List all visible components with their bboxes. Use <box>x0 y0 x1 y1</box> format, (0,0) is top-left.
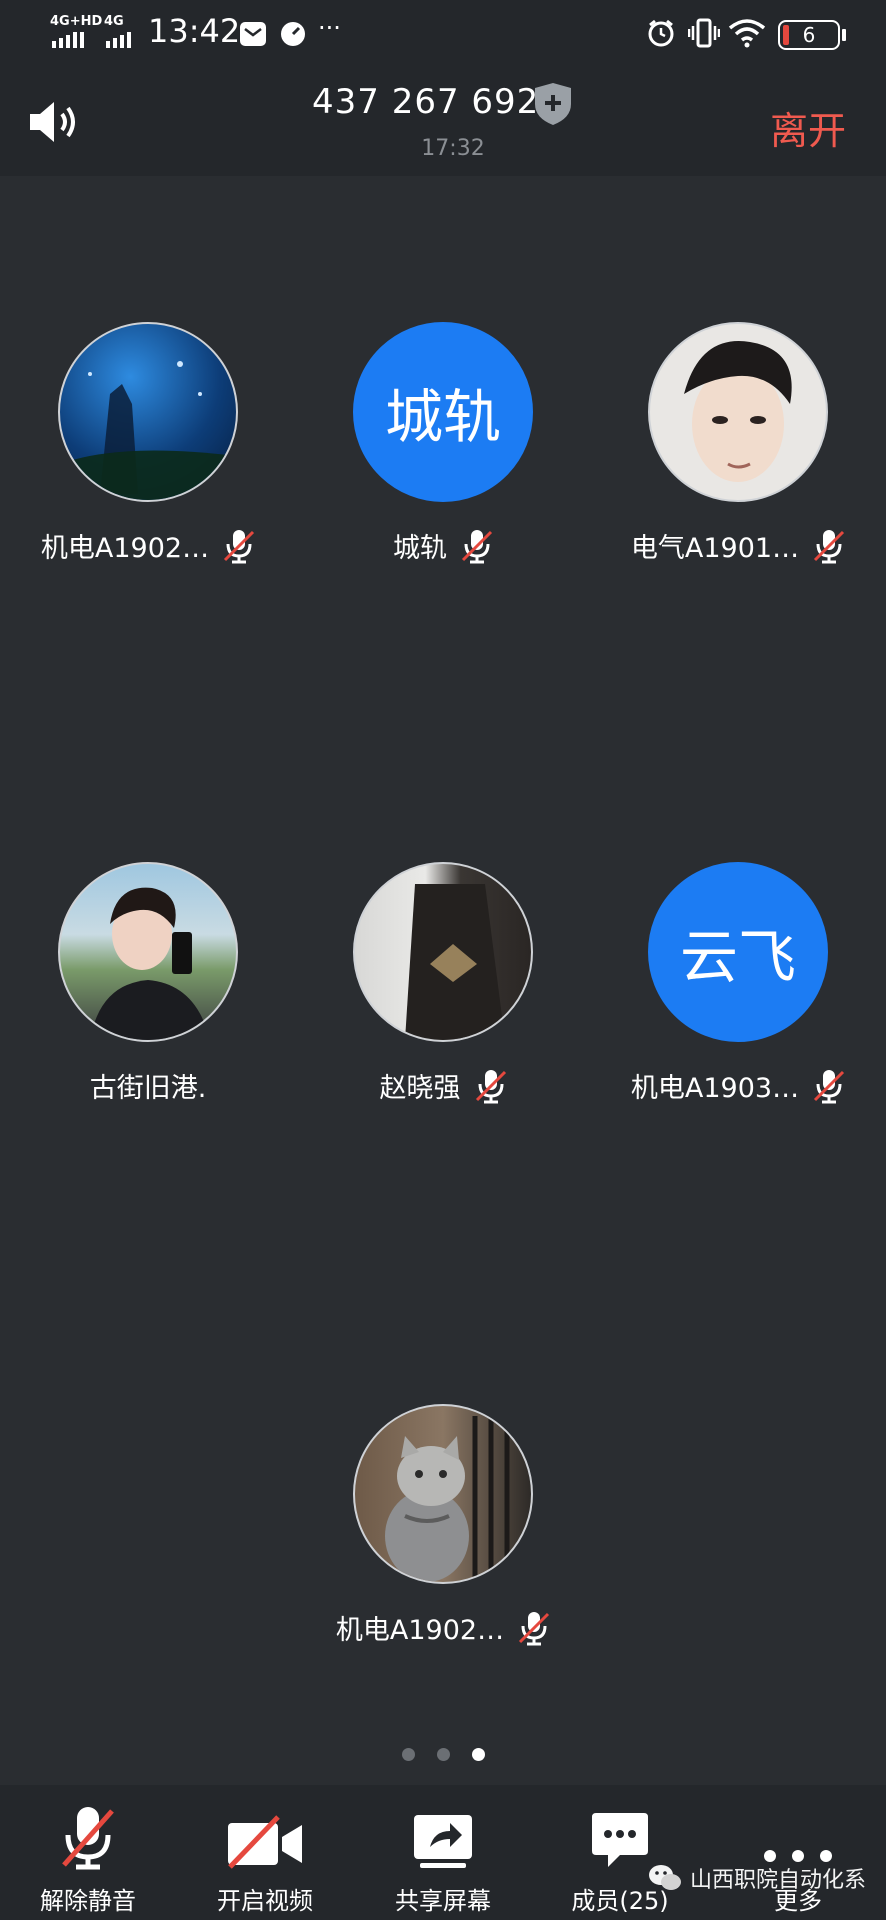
participant-name: 赵晓强 <box>379 1073 461 1104</box>
alarm-icon <box>646 18 676 52</box>
network-label-1: 4G+HD <box>50 14 103 29</box>
mic-muted-icon <box>814 529 845 563</box>
share-screen-icon <box>414 1815 472 1868</box>
page-dot[interactable] <box>436 1748 450 1761</box>
participant-name: 机电A1903… <box>630 1073 800 1104</box>
watermark-text: 山西职院自动化系 <box>690 1868 867 1893</box>
unmute-button[interactable]: 解除静音 <box>3 1785 173 1916</box>
video-off-icon <box>228 1815 302 1869</box>
mic-muted-icon <box>224 529 255 563</box>
more-dots-icon <box>764 1850 832 1862</box>
avatar: 城轨 <box>353 322 533 502</box>
participant-name: 电气A1901… <box>630 533 800 564</box>
page-indicator[interactable] <box>0 1748 886 1761</box>
members-button[interactable]: 成员(25) <box>535 1785 705 1916</box>
meeting-header: 437 267 692 17:32 离开 <box>0 68 886 176</box>
participant-name: 机电A1902… <box>40 533 210 564</box>
page-dot-active[interactable] <box>471 1748 485 1761</box>
participant-tile[interactable]: 古街旧港. <box>3 862 293 1105</box>
avatar <box>58 322 238 502</box>
leave-button[interactable]: 离开 <box>770 100 846 155</box>
meeting-id[interactable]: 437 267 692 <box>312 82 539 122</box>
share-screen-label: 共享屏幕 <box>395 1887 491 1915</box>
avatar <box>648 322 828 502</box>
more-button[interactable]: 更多 <box>713 1785 883 1916</box>
participant-name: 古街旧港. <box>89 1073 207 1104</box>
more-notifications: ··· <box>318 14 341 42</box>
avatar <box>353 862 533 1042</box>
start-video-label: 开启视频 <box>217 1887 313 1915</box>
participant-tile[interactable]: 城轨 城轨 <box>298 322 588 565</box>
avatar: 云飞 <box>648 862 828 1042</box>
status-bar: 4G+HD 4G 13:42 ··· 6 <box>0 0 886 68</box>
start-video-button[interactable]: 开启视频 <box>180 1785 350 1916</box>
wifi-icon <box>728 18 766 52</box>
chat-bubble-icon <box>592 1813 648 1867</box>
signal-icon-2 <box>106 32 131 48</box>
clock: 13:42 <box>148 12 241 50</box>
mic-muted-icon <box>475 1069 506 1103</box>
participant-tile[interactable]: 机电A1902… <box>3 322 293 565</box>
meeting-toolbar: 解除静音 开启视频 共享屏幕 成员(25) 更多 <box>0 1785 886 1920</box>
mic-muted-icon <box>461 529 493 563</box>
participant-name: 城轨 <box>393 533 447 564</box>
page-dot[interactable] <box>401 1748 415 1761</box>
battery-icon: 6 <box>778 20 846 50</box>
participant-tile[interactable]: 电气A1901… <box>593 322 883 565</box>
speedometer-icon <box>280 21 306 51</box>
participant-name: 机电A1902… <box>335 1615 505 1646</box>
security-shield-icon[interactable] <box>532 82 574 130</box>
signal-icon-1 <box>52 32 84 48</box>
avatar <box>353 1404 533 1584</box>
network-label-2: 4G <box>104 14 124 29</box>
message-icon <box>240 22 266 50</box>
mic-muted-icon <box>62 1807 114 1870</box>
mic-muted-icon <box>519 1611 550 1645</box>
participant-tile[interactable]: 赵晓强 <box>298 862 588 1105</box>
participant-tile[interactable]: 云飞 机电A1903… <box>593 862 883 1105</box>
watermark: 山西职院自动化系 <box>648 1862 866 1894</box>
participant-tile[interactable]: 机电A1902… <box>298 1404 588 1647</box>
battery-level: 6 <box>802 23 816 47</box>
mic-muted-icon <box>814 1069 845 1103</box>
vibrate-icon <box>687 18 721 52</box>
meeting-duration: 17:32 <box>421 136 485 161</box>
unmute-label: 解除静音 <box>40 1887 136 1915</box>
share-screen-button[interactable]: 共享屏幕 <box>358 1785 528 1916</box>
wechat-icon <box>649 1865 681 1890</box>
avatar <box>58 862 238 1042</box>
